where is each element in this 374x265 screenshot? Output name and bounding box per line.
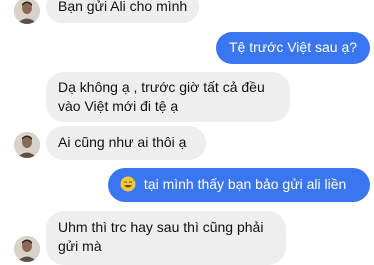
message-bubble-incoming[interactable]: Ai cũng như ai thôi ạ	[46, 126, 206, 160]
message-text-line: Dạ không ạ , trước giờ tất cả đều	[58, 79, 265, 95]
message-text: Bạn gửi Ali cho mình	[58, 0, 188, 14]
message-text: tại mình thấy bạn bảo gửi ali liền	[143, 176, 347, 192]
contact-avatar[interactable]	[14, 0, 40, 24]
message-bubble-incoming[interactable]: Bạn gửi Ali cho mình	[46, 0, 200, 23]
message-text-line: vào Việt mới đi tệ ạ	[58, 98, 179, 114]
avatar-photo-icon	[14, 132, 40, 158]
message-text-line: gửi mà	[58, 238, 102, 254]
contact-avatar[interactable]	[14, 132, 40, 158]
grinning-sweat-emoji-icon	[120, 176, 136, 197]
avatar-photo-icon	[14, 0, 40, 24]
message-bubble-incoming[interactable]: Dạ không ạ , trước giờ tất cả đều vào Vi…	[46, 72, 290, 122]
message-text: Ai cũng như ai thôi ạ	[58, 134, 187, 150]
message-bubble-outgoing[interactable]: tại mình thấy bạn bảo gửi ali liền	[108, 168, 370, 202]
contact-avatar[interactable]	[14, 236, 40, 262]
avatar-photo-icon	[14, 236, 40, 262]
message-bubble-outgoing[interactable]: Tệ trước Việt sau ạ?	[216, 32, 370, 64]
message-text: Tệ trước Việt sau ạ?	[229, 39, 358, 55]
message-text-line: Uhm thì trc hay sau thì cũng phải	[58, 219, 264, 235]
